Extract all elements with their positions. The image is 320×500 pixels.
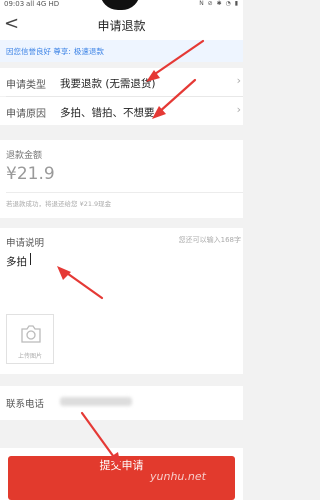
contact-phone-row[interactable]: 联系电话 — [0, 386, 243, 420]
refund-amount-section: 退款金额 ¥21.9 若退款成功，将退还给您 ¥21.9现金 — [0, 140, 243, 218]
nav-bar: < 申请退款 — [0, 10, 243, 40]
status-icons: N ⊘ ✱ ◔ ▮ — [199, 0, 239, 7]
chevron-right-icon: › — [236, 103, 241, 116]
description-input[interactable]: 多拍 — [6, 254, 206, 274]
signal-indicator: all 4G HD — [26, 0, 60, 8]
camera-icon — [21, 325, 41, 343]
request-reason-label: 申请原因 — [6, 109, 46, 120]
divider — [6, 192, 243, 193]
request-type-value: 我要退款 (无需退货) — [60, 78, 156, 90]
page-title: 申请退款 — [97, 19, 146, 33]
status-time: 09:03 — [4, 0, 25, 8]
description-section: 申请说明 您还可以输入168字 多拍 上传图片 — [0, 228, 243, 374]
request-reason-row[interactable]: 申请原因 多拍、错拍、不想要 › — [0, 97, 243, 125]
char-counter: 您还可以输入168字 — [178, 236, 241, 244]
credit-notice: 因您信誉良好 尊享: 极速退款 — [0, 40, 243, 62]
upload-image-label: 上传图片 — [17, 353, 42, 360]
notice-highlight: 极速退款 — [73, 47, 104, 56]
refund-hint: 若退款成功，将退还给您 ¥21.9现金 — [6, 200, 112, 208]
request-type-row[interactable]: 申请类型 我要退款 (无需退货) › — [0, 68, 243, 96]
refund-amount-value: ¥21.9 — [6, 164, 55, 184]
description-label: 申请说明 — [6, 238, 45, 249]
phone-number-blurred — [60, 397, 132, 406]
text-cursor — [30, 253, 31, 265]
chevron-right-icon: › — [236, 74, 241, 87]
notice-text: 因您信誉良好 尊享: — [6, 47, 71, 56]
contact-phone-label: 联系电话 — [6, 399, 45, 410]
request-reason-value: 多拍、错拍、不想要 — [60, 107, 155, 119]
watermark: yunhu.net — [150, 470, 206, 483]
upload-image-button[interactable]: 上传图片 — [6, 314, 54, 364]
refund-amount-label: 退款金额 — [6, 151, 43, 161]
request-type-label: 申请类型 — [6, 80, 46, 91]
